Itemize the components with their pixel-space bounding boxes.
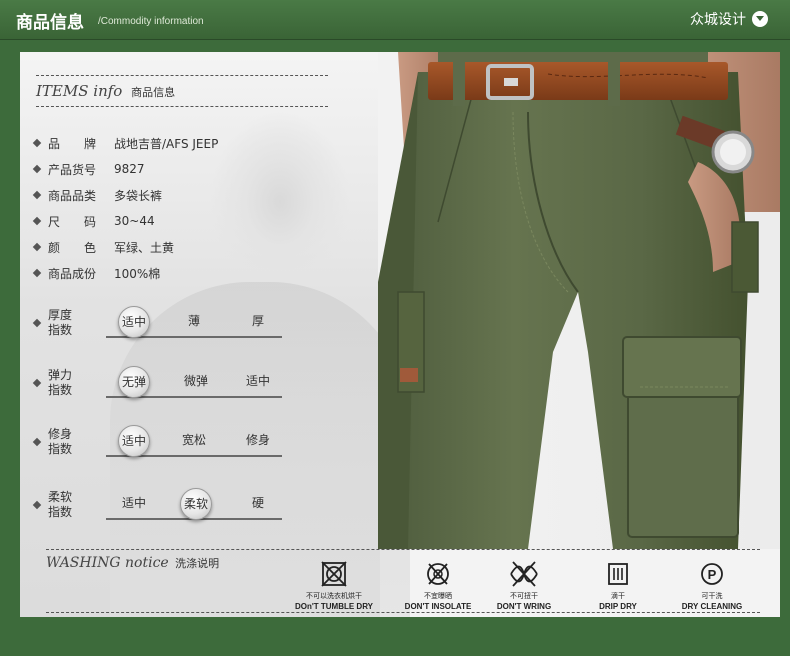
index-option-selected: 柔软 <box>180 488 212 520</box>
washing-instructions: 不可以洗衣机烘干 DOn'T TUMBLE DRY 不宜曝晒 DON'T INS… <box>286 560 756 617</box>
wash-item-en: DRY CLEANING <box>681 602 743 611</box>
items-info-title-en: ITEMS info <box>36 82 123 100</box>
wash-item-en: DOn'T TUMBLE DRY <box>294 602 374 611</box>
index-option: 厚 <box>251 314 264 328</box>
brand-link[interactable]: 众城设计 <box>690 9 768 29</box>
index-thickness: 厚度指数 适中 薄 厚 <box>32 306 294 356</box>
index-option: 适中 <box>121 496 146 510</box>
spec-row-category: 商品品类 多袋长裤 <box>32 182 218 208</box>
spec-label: 尺 码 <box>48 214 97 229</box>
wash-item-cn: 不可扭干 <box>510 592 538 600</box>
index-option: 薄 <box>187 314 200 328</box>
divider <box>36 75 328 76</box>
divider <box>36 106 328 107</box>
spec-row-material: 商品成份 100%棉 <box>32 260 218 286</box>
index-option-selected: 适中 <box>118 425 150 457</box>
spec-row-sku: 产品货号 9827 <box>32 156 218 182</box>
wash-item-en: DON'T WRING <box>496 602 552 611</box>
washing-title-cn: 洗涤说明 <box>175 557 220 570</box>
wash-item-cn: 不宜曝晒 <box>424 592 452 600</box>
spec-row-size: 尺 码 30~44 <box>32 208 218 234</box>
diamond-bullet-icon <box>32 164 42 174</box>
index-option: 适中 <box>245 374 270 388</box>
svg-text:P: P <box>708 567 717 582</box>
wash-item-no-insolate: 不宜曝晒 DON'T INSOLATE <box>390 560 486 611</box>
index-label: 弹力指数 <box>48 368 73 397</box>
index-label: 厚度指数 <box>48 308 73 337</box>
wash-item-en: DRIP DRY <box>599 602 637 611</box>
product-info-panel: ITEMS info 商品信息 品 牌 战地吉普/AFS JEEP 产品货号 9… <box>20 52 780 617</box>
spec-label: 产品货号 <box>48 162 97 177</box>
spec-label: 商品成份 <box>48 266 97 281</box>
no-sun-dry-icon <box>427 563 449 585</box>
washing-title-en: WASHING notice <box>46 555 169 571</box>
spec-value: 战地吉普/AFS JEEP <box>114 136 219 151</box>
spec-label: 品 牌 <box>48 136 97 151</box>
spec-value: 100%棉 <box>114 266 161 281</box>
index-label: 柔软指数 <box>48 490 73 519</box>
wash-item-drip-dry: 滴干 DRIP DRY <box>570 560 666 611</box>
diamond-bullet-icon <box>32 500 42 510</box>
spec-label: 颜 色 <box>48 240 97 255</box>
diamond-bullet-icon <box>32 318 42 328</box>
items-info-title-cn: 商品信息 <box>131 86 176 99</box>
index-option: 微弹 <box>183 374 208 388</box>
divider <box>46 612 760 613</box>
no-tumble-dry-icon <box>321 561 347 587</box>
drip-dry-icon <box>608 563 628 585</box>
items-info-title: ITEMS info 商品信息 <box>36 82 175 100</box>
wash-item-en: DON'T INSOLATE <box>404 602 472 611</box>
section-subtitle: /Commodity information <box>98 16 204 27</box>
spec-row-color: 颜 色 军绿、土黄 <box>32 234 218 260</box>
spec-value: 军绿、土黄 <box>114 240 175 255</box>
diamond-bullet-icon <box>32 437 42 447</box>
spec-row-brand: 品 牌 战地吉普/AFS JEEP <box>32 130 219 156</box>
chevron-down-circle-icon[interactable] <box>752 11 768 27</box>
spec-value: 多袋长裤 <box>114 188 163 203</box>
diamond-bullet-icon <box>32 268 42 278</box>
brand-label: 众城设计 <box>690 12 746 28</box>
index-option: 修身 <box>245 433 270 447</box>
index-elasticity: 弹力指数 无弹 微弹 适中 <box>32 366 294 416</box>
spec-list: 品 牌 战地吉普/AFS JEEP 产品货号 9827 商品品类 多袋长裤 尺 … <box>32 130 219 286</box>
wash-item-no-wring: 不可扭干 DON'T WRING <box>476 560 572 611</box>
index-softness: 柔软指数 适中 柔软 硬 <box>32 488 294 538</box>
product-photo <box>378 52 780 549</box>
dry-clean-icon: P <box>701 563 723 585</box>
diamond-bullet-icon <box>32 190 42 200</box>
no-wring-icon <box>510 561 538 587</box>
diamond-bullet-icon <box>32 216 42 226</box>
index-fit: 修身指数 适中 宽松 修身 <box>32 425 294 475</box>
spec-label: 商品品类 <box>48 188 97 203</box>
wash-item-no-tumble-dry: 不可以洗衣机烘干 DOn'T TUMBLE DRY <box>286 560 382 611</box>
spec-value: 30~44 <box>114 214 155 228</box>
index-label: 修身指数 <box>48 427 73 456</box>
diamond-bullet-icon <box>32 378 42 388</box>
wash-item-cn: 可干洗 <box>701 592 723 600</box>
header-bar: 商品信息 /Commodity information 众城设计 <box>0 0 790 40</box>
index-option-selected: 适中 <box>118 306 150 338</box>
wash-item-dry-clean: P 可干洗 DRY CLEANING <box>664 560 760 611</box>
wash-item-cn: 不可以洗衣机烘干 <box>306 592 362 600</box>
section-title: 商品信息 <box>16 13 84 33</box>
spec-value: 9827 <box>114 162 145 176</box>
index-option: 硬 <box>251 496 264 510</box>
index-option-selected: 无弹 <box>118 366 150 398</box>
index-option: 宽松 <box>181 433 206 447</box>
diamond-bullet-icon <box>32 138 42 148</box>
diamond-bullet-icon <box>32 242 42 252</box>
washing-notice-title: WASHING notice 洗涤说明 <box>46 555 219 571</box>
wash-item-cn: 滴干 <box>611 592 625 600</box>
divider <box>46 549 760 550</box>
